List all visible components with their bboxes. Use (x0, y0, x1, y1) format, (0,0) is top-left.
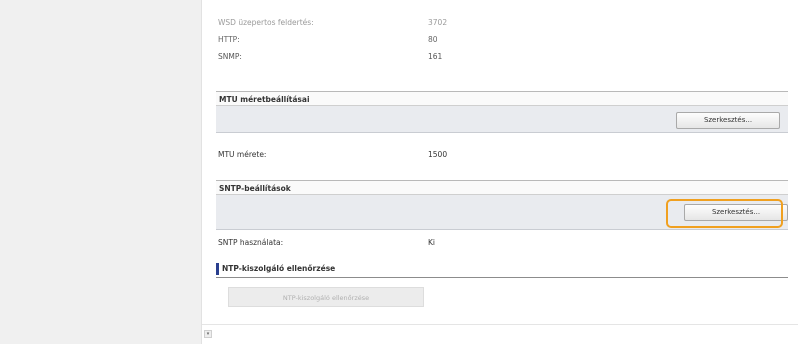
sntp-usage-value: Ki (428, 238, 436, 247)
ntp-check-button[interactable]: NTP-kiszolgáló ellenőrzése (228, 287, 424, 307)
info-row-value: 80 (428, 35, 438, 44)
mtu-size-value: 1500 (428, 150, 448, 159)
bottom-divider (202, 324, 798, 325)
info-row-label: SNMP: (218, 52, 242, 61)
sntp-section-title: SNTP-beállítások (216, 180, 788, 195)
sntp-edit-button[interactable]: Szerkesztés... (684, 204, 788, 221)
sntp-section-toolbar: Szerkesztés... (216, 195, 788, 230)
mtu-size-label: MTU mérete: (218, 150, 267, 159)
mtu-section-toolbar: Szerkesztés... (216, 106, 788, 133)
info-row-label: HTTP: (218, 35, 240, 44)
info-row-value: 3702 (428, 18, 448, 27)
mtu-edit-button[interactable]: Szerkesztés... (676, 112, 780, 129)
info-row-label: WSD üzepertos feldertés: (218, 18, 314, 27)
main-content: WSD üzepertos feldertés: 3702 HTTP: 80 S… (202, 0, 798, 344)
info-row-value: 161 (428, 52, 443, 61)
ntp-check-divider (216, 277, 788, 278)
sntp-usage-label: SNTP használata: (218, 238, 284, 247)
mtu-section-title: MTU méretbeállításai (216, 91, 788, 106)
sidebar (0, 0, 202, 344)
ntp-check-section-title: NTP-kiszolgáló ellenőrzése (216, 263, 782, 275)
scroll-toggle-icon[interactable]: ▾ (204, 330, 212, 338)
